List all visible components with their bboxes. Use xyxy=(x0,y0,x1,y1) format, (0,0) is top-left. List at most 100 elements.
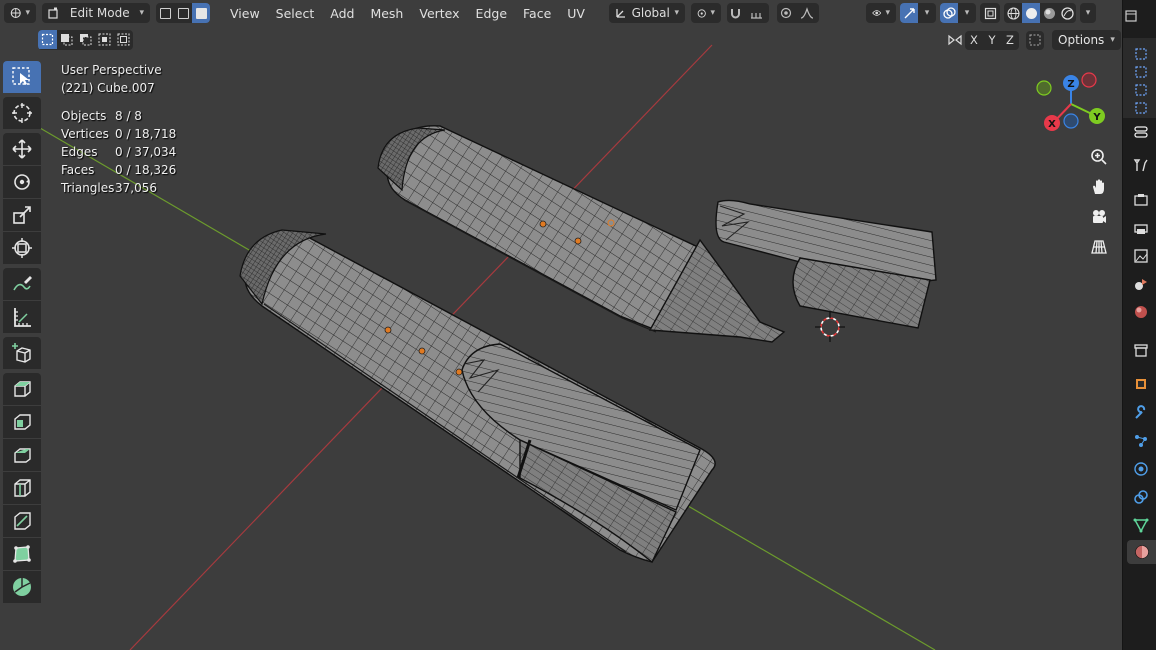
material-shading-button[interactable] xyxy=(1040,3,1058,23)
printer-icon xyxy=(1134,224,1148,234)
editor-type-dropdown[interactable]: ▾ xyxy=(4,3,36,23)
properties-editor-icon[interactable] xyxy=(1125,10,1137,22)
menu-add[interactable]: Add xyxy=(322,3,362,23)
gizmo-neg-z[interactable] xyxy=(1063,113,1079,129)
tool-scale[interactable] xyxy=(3,199,41,231)
stat-row: Triangles 37,056 xyxy=(61,179,176,197)
tab-tool-settings[interactable] xyxy=(1129,153,1153,177)
tool-extrude[interactable] xyxy=(3,373,41,405)
transform-orientation-dropdown[interactable]: Global ▾ xyxy=(608,3,685,23)
mode-dropdown[interactable]: Edit Mode ▾ xyxy=(42,3,150,23)
mirror-x-toggle[interactable]: X xyxy=(965,30,983,50)
perspective-toggle-button[interactable] xyxy=(1086,234,1112,260)
physics-icon xyxy=(1134,462,1148,476)
outliner-item-4[interactable] xyxy=(1129,96,1153,120)
tab-output[interactable] xyxy=(1129,216,1153,240)
select-invert-button[interactable] xyxy=(95,30,114,49)
tab-constraints[interactable] xyxy=(1129,485,1153,509)
face-select-button[interactable] xyxy=(192,3,210,23)
tool-bevel[interactable] xyxy=(3,439,41,471)
select-new-button[interactable] xyxy=(38,30,57,49)
falloff-dropdown[interactable] xyxy=(795,3,819,23)
menu-mesh[interactable]: Mesh xyxy=(362,3,411,23)
pan-button[interactable] xyxy=(1086,174,1112,200)
menu-uv[interactable]: UV xyxy=(559,3,593,23)
tool-loop-cut[interactable] xyxy=(3,472,41,504)
tool-inset[interactable] xyxy=(3,406,41,438)
select-intersect-button[interactable] xyxy=(114,30,133,49)
tab-tool[interactable] xyxy=(1129,120,1153,144)
stat-key: Edges xyxy=(61,145,98,159)
bevel-icon xyxy=(14,448,31,463)
stat-value: 0 / 18,326 xyxy=(115,163,177,177)
mesh-data-icon xyxy=(1133,518,1149,533)
outliner-strip xyxy=(1123,38,1156,118)
wireframe-shading-button[interactable] xyxy=(1004,3,1022,23)
snap-toggle[interactable] xyxy=(727,3,745,23)
overlay-dropdown[interactable]: ▾ xyxy=(958,3,976,23)
menu-face[interactable]: Face xyxy=(515,3,559,23)
tool-annotate[interactable] xyxy=(3,268,41,300)
menu-select[interactable]: Select xyxy=(268,3,323,23)
tool-measure[interactable] xyxy=(3,301,41,333)
tab-modifiers[interactable] xyxy=(1129,401,1153,425)
mirror-axis-controls: X Y Z xyxy=(948,30,1044,50)
auto-merge-toggle[interactable] xyxy=(1026,30,1044,50)
tool-poly-build[interactable] xyxy=(3,538,41,570)
select-subtract-button[interactable] xyxy=(76,30,95,49)
pivot-dropdown[interactable]: ▾ xyxy=(690,3,721,23)
tab-world[interactable] xyxy=(1129,300,1153,324)
tool-spin[interactable] xyxy=(3,571,41,603)
edge-select-button[interactable] xyxy=(174,3,192,23)
rendered-shading-button[interactable] xyxy=(1058,3,1076,23)
tab-view-layer[interactable] xyxy=(1129,244,1153,268)
options-dropdown[interactable]: Options ▾ xyxy=(1052,30,1121,50)
xray-toggle[interactable] xyxy=(980,3,1000,23)
gizmo-toggle[interactable] xyxy=(900,3,918,23)
snap-target-dropdown[interactable] xyxy=(745,3,769,23)
overlay-toggle[interactable] xyxy=(940,3,958,23)
gizmo-neg-y[interactable] xyxy=(1036,80,1052,96)
merge-icon xyxy=(1029,34,1041,46)
tab-data[interactable] xyxy=(1129,513,1153,537)
pivot-icon xyxy=(697,8,706,18)
select-extend-button[interactable] xyxy=(57,30,76,49)
tab-scene[interactable] xyxy=(1129,272,1153,296)
proportional-toggle[interactable] xyxy=(777,3,795,23)
3d-cursor[interactable] xyxy=(815,312,845,342)
collection-icon xyxy=(1135,102,1147,114)
shading-options-dropdown[interactable]: ▾ xyxy=(1080,3,1096,23)
move-icon xyxy=(12,139,32,159)
solid-shading-button[interactable] xyxy=(1022,3,1040,23)
tab-collection[interactable] xyxy=(1129,338,1153,362)
gizmo-x-label: X xyxy=(1048,119,1056,130)
menu-view[interactable]: View xyxy=(222,3,268,23)
tool-add-cube[interactable] xyxy=(3,337,41,369)
mirror-y-toggle[interactable]: Y xyxy=(983,30,1001,50)
tab-particles[interactable] xyxy=(1129,429,1153,453)
navigation-gizmo[interactable]: Z Y X xyxy=(1030,70,1110,135)
tool-rotate[interactable] xyxy=(3,166,41,198)
camera-view-button[interactable] xyxy=(1086,204,1112,230)
tab-object[interactable] xyxy=(1129,372,1153,396)
gizmo-neg-x[interactable] xyxy=(1081,72,1097,88)
tool-select-box[interactable] xyxy=(3,61,41,93)
tool-transform[interactable] xyxy=(3,232,41,264)
tool-knife[interactable] xyxy=(3,505,41,537)
visibility-dropdown[interactable]: ▾ xyxy=(866,3,896,23)
menu-edge[interactable]: Edge xyxy=(468,3,515,23)
tab-render[interactable] xyxy=(1129,188,1153,212)
particles-icon xyxy=(1135,435,1147,447)
options-label: Options xyxy=(1058,33,1105,47)
tab-material[interactable] xyxy=(1127,540,1156,564)
vertex-select-button[interactable] xyxy=(156,3,174,23)
zoom-button[interactable] xyxy=(1086,144,1112,170)
tool-cursor[interactable] xyxy=(3,97,41,129)
mirror-z-toggle[interactable]: Z xyxy=(1001,30,1019,50)
menu-vertex[interactable]: Vertex xyxy=(411,3,467,23)
tab-physics[interactable] xyxy=(1129,457,1153,481)
tool-move[interactable] xyxy=(3,133,41,165)
3d-viewport[interactable]: ▾ Edit Mode ▾ View Select Add Mesh Verte… xyxy=(0,0,1122,650)
gizmo-dropdown[interactable]: ▾ xyxy=(918,3,936,23)
proportional-group xyxy=(776,3,819,23)
